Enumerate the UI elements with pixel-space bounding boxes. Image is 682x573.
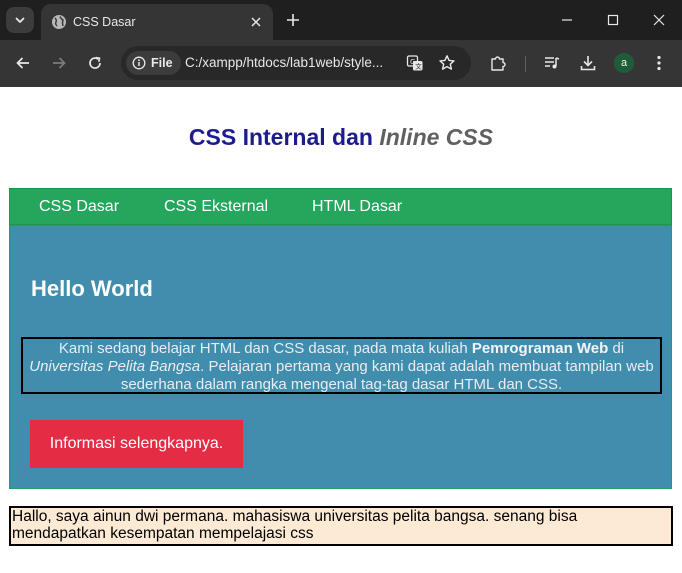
nav-link-html-dasar[interactable]: HTML Dasar: [312, 198, 402, 216]
puzzle-icon: [491, 56, 506, 71]
page-title-emphasis: Inline CSS: [379, 124, 494, 150]
downloads-button[interactable]: [577, 52, 599, 74]
download-icon: [580, 56, 596, 71]
kebab-menu-icon: [657, 55, 661, 71]
close-tab-icon[interactable]: [247, 13, 265, 31]
reload-icon: [89, 56, 101, 69]
plus-icon: [287, 14, 299, 26]
page-viewport: CSS Internal dan Inline CSS CSS Dasar CS…: [0, 87, 682, 573]
para-text-2: di: [608, 340, 625, 357]
para-bold-course: Pemrograman Web: [471, 340, 609, 357]
toolbar-divider: [525, 56, 526, 72]
tab-strip: CSS Dasar: [0, 0, 682, 40]
bookmark-star-icon[interactable]: [437, 53, 457, 73]
playlist-music-icon: [545, 57, 560, 69]
more-info-button[interactable]: Informasi selengkapnya.: [30, 420, 243, 468]
address-bar[interactable]: File C:/xampp/htdocs/lab1web/style... G文: [121, 46, 471, 80]
intro-heading: Hello World: [31, 276, 153, 301]
browser-toolbar: File C:/xampp/htdocs/lab1web/style... G文…: [0, 40, 682, 87]
forward-button[interactable]: [48, 52, 70, 74]
extensions-button[interactable]: [487, 52, 509, 74]
profile-avatar[interactable]: a: [614, 53, 634, 73]
back-button[interactable]: [12, 52, 34, 74]
close-icon: [653, 14, 665, 26]
page-title-main: CSS Internal dan: [188, 124, 380, 150]
info-icon: [132, 56, 146, 70]
minimize-icon: [562, 19, 572, 21]
para-italic-university: Universitas Pelita Bangsa: [29, 358, 201, 375]
minimize-button[interactable]: [557, 10, 577, 30]
browser-menu-button[interactable]: [648, 52, 670, 74]
page-title: CSS Internal dan Inline CSS: [0, 123, 682, 151]
site-nav: CSS Dasar CSS Eksternal HTML Dasar: [9, 188, 672, 225]
author-note: Hallo, saya ainun dwi permana. mahasiswa…: [9, 506, 673, 546]
close-window-button[interactable]: [649, 10, 669, 30]
para-text-1: Kami sedang belajar HTML dan CSS dasar, …: [58, 340, 472, 357]
tab-title: CSS Dasar: [73, 15, 136, 29]
reload-button[interactable]: [84, 52, 106, 74]
nav-link-css-eksternal[interactable]: CSS Eksternal: [164, 198, 268, 216]
site-info-chip[interactable]: File: [126, 51, 181, 75]
tab-search-button[interactable]: [6, 7, 34, 33]
maximize-button[interactable]: [603, 10, 623, 30]
tab-active[interactable]: CSS Dasar: [41, 4, 273, 40]
translate-icon[interactable]: G文: [405, 53, 425, 73]
site-info-label: File: [151, 56, 173, 70]
new-tab-button[interactable]: [284, 11, 302, 29]
url-text[interactable]: C:/xampp/htdocs/lab1web/style...: [185, 55, 383, 71]
arrow-left-icon: [16, 57, 29, 69]
para-text-3: . Pelajaran pertama yang kami dapat adal…: [120, 358, 654, 393]
arrow-right-icon: [53, 57, 66, 69]
globe-icon: [51, 14, 67, 30]
svg-text:文: 文: [415, 62, 422, 71]
maximize-icon: [607, 14, 619, 26]
intro-paragraph: Kami sedang belajar HTML dan CSS dasar, …: [21, 337, 662, 394]
intro-section: Hello World Kami sedang belajar HTML dan…: [9, 225, 672, 489]
chevron-down-icon: [15, 17, 25, 23]
media-control-button[interactable]: [541, 52, 563, 74]
nav-link-css-dasar[interactable]: CSS Dasar: [39, 198, 119, 216]
